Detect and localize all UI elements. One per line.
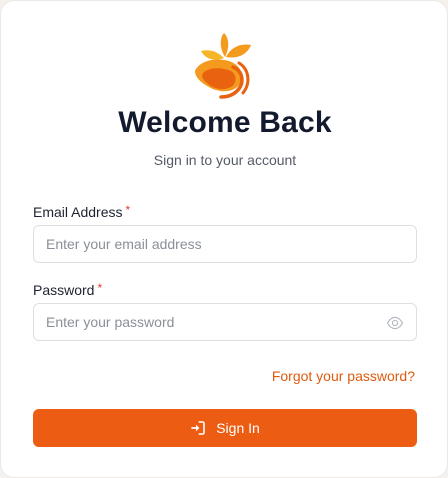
- password-label-text: Password: [33, 282, 95, 298]
- sign-in-button[interactable]: Sign In: [33, 409, 417, 447]
- sign-in-icon: [191, 421, 206, 435]
- password-required-mark: *: [97, 281, 103, 295]
- email-field-wrapper: [33, 225, 417, 263]
- eye-icon[interactable]: [386, 314, 404, 332]
- login-card: Welcome Back Sign in to your account Ema…: [0, 0, 448, 478]
- orange-fruit-leaf-logo: [195, 33, 251, 99]
- password-label: Password *: [33, 281, 102, 300]
- password-input[interactable]: [34, 304, 416, 340]
- email-required-mark: *: [125, 203, 131, 217]
- email-label: Email Address *: [33, 203, 130, 222]
- forgot-password-link[interactable]: Forgot your password?: [272, 367, 415, 385]
- password-field-wrapper: [33, 303, 417, 341]
- page-title: Welcome Back: [118, 106, 332, 139]
- sign-in-label: Sign In: [216, 420, 260, 436]
- page-subtitle: Sign in to your account: [153, 152, 297, 168]
- email-label-text: Email Address: [33, 204, 123, 220]
- email-input[interactable]: [34, 226, 416, 262]
